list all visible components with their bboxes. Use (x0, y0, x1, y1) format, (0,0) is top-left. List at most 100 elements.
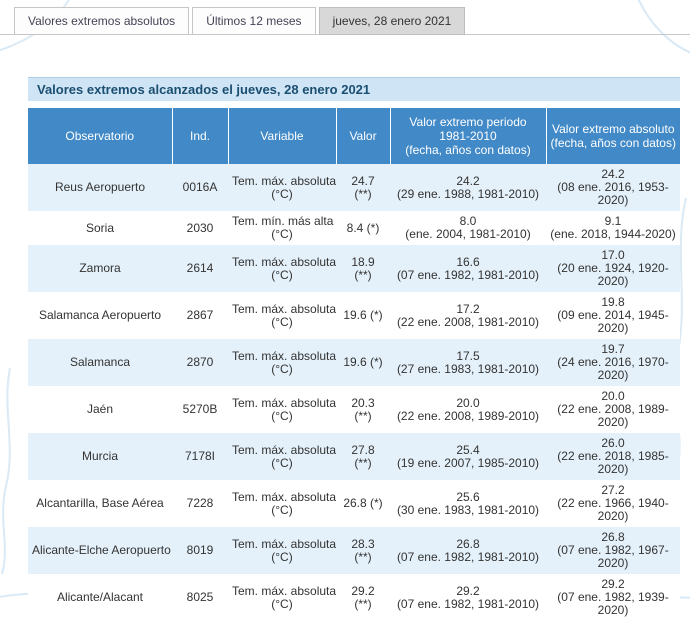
cell-variable: Tem. máx. absoluta (°C) (228, 574, 336, 621)
periodo-value: 20.0 (394, 397, 542, 410)
absoluto-detail: (22 ene. 2018, 1985-2020) (550, 450, 676, 476)
variable-name: Tem. máx. absoluta (232, 175, 332, 188)
col-header-label: Observatorio (65, 129, 134, 143)
tab-jueves-28-enero-2021[interactable]: jueves, 28 enero 2021 (319, 7, 466, 35)
cell-observatorio: Alicante/Alacant (28, 574, 172, 621)
periodo-value: 29.2 (394, 585, 542, 598)
cell-valor-extremo-periodo: 17.5 (27 ene. 1983, 1981-2010) (390, 339, 546, 386)
table-row: Alicante/Alacant 8025 Tem. máx. absoluta… (28, 574, 680, 621)
valor-value: 29.2 (340, 585, 386, 598)
col-header-valor-extremo-absoluto: Valor extremo absoluto (fecha, años con … (546, 108, 680, 164)
col-header-valor-extremo-periodo: Valor extremo periodo 1981-2010 (fecha, … (390, 108, 546, 164)
cell-variable: Tem. máx. absoluta (°C) (228, 292, 336, 339)
cell-variable: Tem. máx. absoluta (°C) (228, 433, 336, 480)
variable-name: Tem. máx. absoluta (232, 538, 332, 551)
absoluto-detail: (09 ene. 2014, 1945-2020) (550, 309, 676, 335)
cell-observatorio: Salamanca (28, 339, 172, 386)
col-header-observatorio: Observatorio (28, 108, 172, 164)
cell-valor-extremo-absoluto: 20.0 (22 ene. 2008, 1989-2020) (546, 386, 680, 433)
cell-valor-extremo-periodo: 26.8 (07 ene. 1982, 1981-2010) (390, 527, 546, 574)
cell-indicativo: 5270B (172, 386, 228, 433)
cell-observatorio: Salamanca Aeropuerto (28, 292, 172, 339)
periodo-detail: (07 ene. 1982, 1981-2010) (394, 269, 542, 282)
valor-value: 18.9 (340, 256, 386, 269)
variable-unit: (°C) (232, 504, 332, 517)
valor-value: 8.4 (*) (340, 222, 386, 235)
cell-indicativo: 2870 (172, 339, 228, 386)
table-row: Salamanca 2870 Tem. máx. absoluta (°C) 1… (28, 339, 680, 386)
cell-valor-extremo-absoluto: 27.2 (22 ene. 1966, 1940-2020) (546, 480, 680, 527)
cell-valor-extremo-periodo: 25.4 (19 ene. 2007, 1985-2010) (390, 433, 546, 480)
col-header-variable: Variable (228, 108, 336, 164)
cell-indicativo: 7178I (172, 433, 228, 480)
cell-valor: 20.3 (**) (336, 386, 390, 433)
cell-valor: 28.3 (**) (336, 527, 390, 574)
cell-valor: 19.6 (*) (336, 292, 390, 339)
valor-value: 27.8 (340, 444, 386, 457)
header-row: Observatorio Ind. Variable Valor (28, 108, 680, 164)
variable-unit: (°C) (232, 316, 332, 329)
cell-valor-extremo-periodo: 17.2 (22 ene. 2008, 1981-2010) (390, 292, 546, 339)
absoluto-detail: (07 ene. 1982, 1967-2020) (550, 544, 676, 570)
valor-flag: (**) (340, 551, 386, 564)
col-header-subtext: (fecha, años con datos) (551, 136, 677, 150)
valor-flag: (**) (340, 457, 386, 470)
table-row: Soria 2030 Tem. mín. más alta (°C) 8.4 (… (28, 211, 680, 245)
cell-valor: 19.6 (*) (336, 339, 390, 386)
periodo-detail: (29 ene. 1988, 1981-2010) (394, 188, 542, 201)
cell-variable: Tem. máx. absoluta (°C) (228, 339, 336, 386)
valor-value: 19.6 (*) (340, 309, 386, 322)
variable-unit: (°C) (232, 363, 332, 376)
table-body: Reus Aeropuerto 0016A Tem. máx. absoluta… (28, 164, 680, 621)
cell-valor: 8.4 (*) (336, 211, 390, 245)
cell-variable: Tem. máx. absoluta (°C) (228, 386, 336, 433)
absoluto-detail: (ene. 2018, 1944-2020) (550, 228, 676, 241)
main-content: Valores extremos alcanzados el jueves, 2… (28, 77, 680, 621)
periodo-value: 25.4 (394, 444, 542, 457)
variable-unit: (°C) (232, 457, 332, 470)
tab-valores-extremos-absolutos[interactable]: Valores extremos absolutos (14, 7, 189, 35)
cell-valor-extremo-periodo: 20.0 (22 ene. 2008, 1989-2010) (390, 386, 546, 433)
table-caption: Valores extremos alcanzados el jueves, 2… (28, 77, 680, 101)
valor-flag: (**) (340, 598, 386, 611)
cell-valor-extremo-periodo: 24.2 (29 ene. 1988, 1981-2010) (390, 164, 546, 211)
periodo-value: 26.8 (394, 538, 542, 551)
cell-valor-extremo-absoluto: 9.1 (ene. 2018, 1944-2020) (546, 211, 680, 245)
cell-observatorio: Reus Aeropuerto (28, 164, 172, 211)
col-header-label: Ind. (190, 129, 210, 143)
cell-valor: 29.2 (**) (336, 574, 390, 621)
absoluto-detail: (22 ene. 2008, 1989-2020) (550, 403, 676, 429)
cell-variable: Tem. máx. absoluta (°C) (228, 164, 336, 211)
absoluto-detail: (07 ene. 1982, 1939-2020) (550, 591, 676, 617)
valor-flag: (**) (340, 269, 386, 282)
cell-observatorio: Alcantarilla, Base Aérea (28, 480, 172, 527)
variable-unit: (°C) (232, 269, 332, 282)
col-header-label: Variable (260, 129, 303, 143)
periodo-value: 24.2 (394, 175, 542, 188)
absoluto-detail: (08 ene. 2016, 1953-2020) (550, 181, 676, 207)
col-header-label: Valor (349, 129, 376, 143)
periodo-detail: (ene. 2004, 1981-2010) (394, 228, 542, 241)
variable-name: Tem. máx. absoluta (232, 491, 332, 504)
variable-name: Tem. máx. absoluta (232, 256, 332, 269)
variable-name: Tem. máx. absoluta (232, 444, 332, 457)
col-header-ind: Ind. (172, 108, 228, 164)
periodo-value: 17.2 (394, 303, 542, 316)
tab-ultimos-12-meses[interactable]: Últimos 12 meses (192, 7, 315, 35)
valor-flag: (**) (340, 410, 386, 423)
cell-observatorio: Alicante-Elche Aeropuerto (28, 527, 172, 574)
cell-valor-extremo-absoluto: 19.8 (09 ene. 2014, 1945-2020) (546, 292, 680, 339)
table-row: Alicante-Elche Aeropuerto 8019 Tem. máx.… (28, 527, 680, 574)
cell-valor: 26.8 (*) (336, 480, 390, 527)
periodo-value: 16.6 (394, 256, 542, 269)
absoluto-detail: (22 ene. 1966, 1940-2020) (550, 497, 676, 523)
valor-value: 19.6 (*) (340, 356, 386, 369)
cell-observatorio: Jaén (28, 386, 172, 433)
cell-valor-extremo-periodo: 8.0 (ene. 2004, 1981-2010) (390, 211, 546, 245)
table-row: Salamanca Aeropuerto 2867 Tem. máx. abso… (28, 292, 680, 339)
variable-unit: (°C) (232, 598, 332, 611)
absoluto-detail: (24 ene. 2016, 1970-2020) (550, 356, 676, 382)
col-header-label: Valor extremo periodo 1981-2010 (409, 115, 526, 143)
cell-valor-extremo-absoluto: 24.2 (08 ene. 2016, 1953-2020) (546, 164, 680, 211)
cell-valor-extremo-absoluto: 17.0 (20 ene. 1924, 1920-2020) (546, 245, 680, 292)
